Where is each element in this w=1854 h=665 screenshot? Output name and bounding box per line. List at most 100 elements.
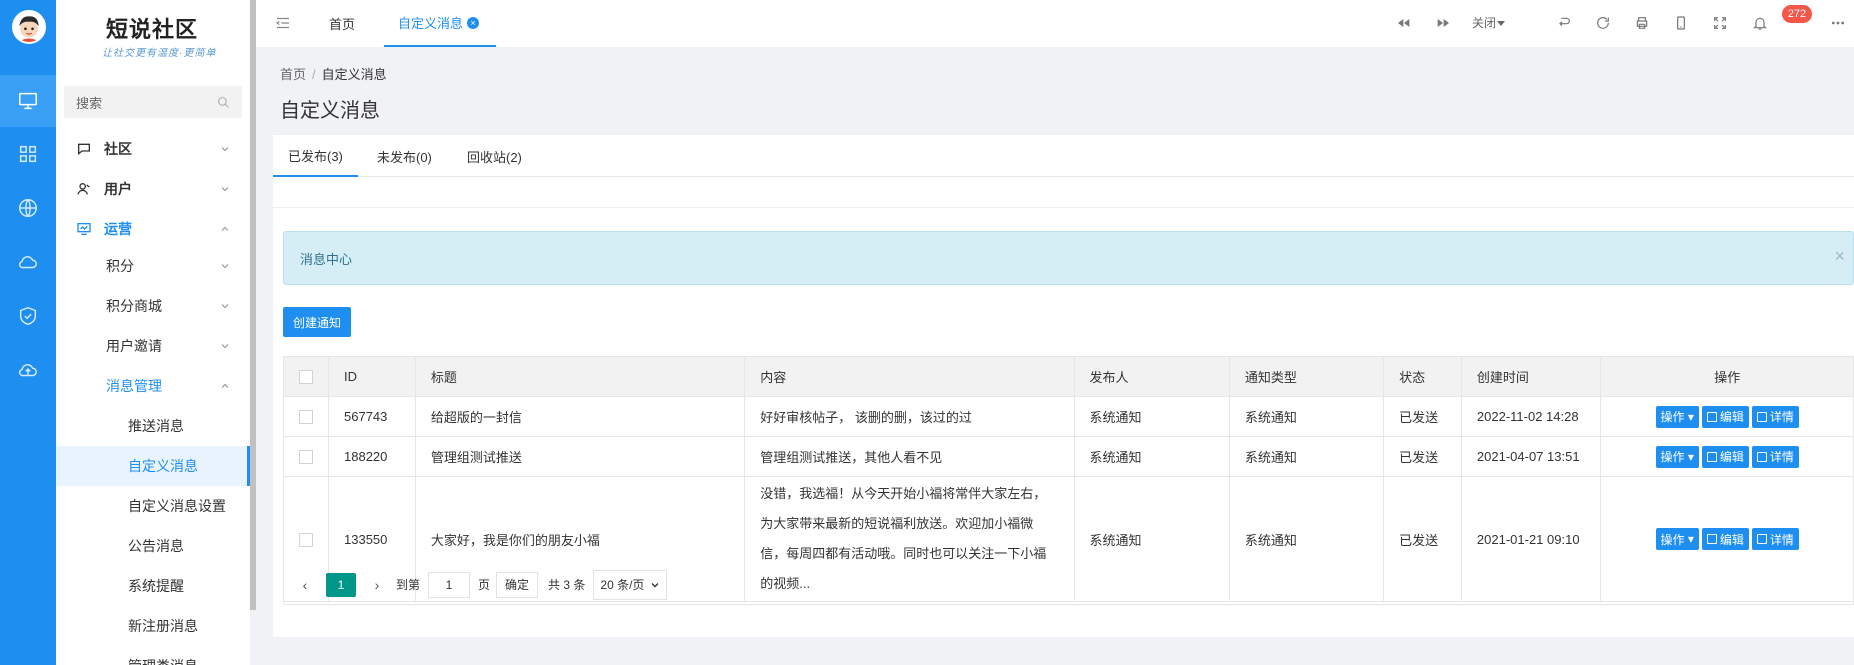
notification-badge: 272 — [1782, 5, 1812, 23]
tab-recycle-bin[interactable]: 回收站(2) — [467, 135, 522, 177]
operate-dropdown-button[interactable]: 操作 ▾ — [1655, 405, 1699, 428]
user-icon — [77, 183, 90, 195]
chevron-down-icon — [221, 304, 229, 309]
operate-dropdown-button[interactable]: 操作 ▾ — [1655, 528, 1699, 550]
sidebar-item-custom-message[interactable]: 自定义消息 — [56, 446, 250, 486]
table-row: 188220 管理组测试推送 管理组测试推送，其他人看不见 系统通知 系统通知 … — [283, 436, 1854, 477]
logo-subtitle: 让社交更有温度·更简单 — [102, 48, 217, 59]
sidebar-item-community[interactable]: 社区 — [56, 129, 250, 169]
forward-icon[interactable] — [1434, 14, 1452, 32]
bell-icon[interactable] — [1751, 14, 1769, 32]
page-unit-label: 页 — [478, 578, 491, 592]
sidebar-item-points[interactable]: 积分 — [56, 246, 250, 286]
copy-icon — [1706, 411, 1717, 422]
copy-icon — [1706, 451, 1717, 462]
column-header[interactable]: 状态 — [1383, 356, 1462, 397]
sidebar-item-new-register-message[interactable]: 新注册消息 — [56, 606, 250, 646]
column-header: 操作 — [1600, 356, 1854, 397]
edit-button[interactable]: 编辑 — [1701, 405, 1749, 428]
shield-check-icon[interactable] — [0, 290, 56, 342]
create-notice-button[interactable]: 创建通知 — [283, 307, 352, 337]
sidebar-item-label: 推送消息 — [128, 418, 184, 434]
detail-button[interactable]: 详情 — [1751, 445, 1799, 468]
refresh-icon[interactable] — [1594, 14, 1612, 32]
tab-unpublished[interactable]: 未发布(0) — [377, 135, 432, 177]
tab-home[interactable]: 首页 — [329, 0, 355, 47]
next-page-icon[interactable]: › — [368, 577, 386, 593]
sidebar: 短说社区 让社交更有温度·更简单 搜索 社区 用户 运营 积分 积分商城 用户邀… — [56, 0, 250, 665]
row-checkbox[interactable] — [299, 450, 313, 465]
monitor-icon[interactable] — [0, 75, 56, 127]
operate-dropdown-button[interactable]: 操作 ▾ — [1655, 445, 1699, 468]
column-header[interactable]: 发布人 — [1073, 356, 1230, 397]
sidebar-item-message-management[interactable]: 消息管理 — [56, 366, 250, 406]
prev-page-icon[interactable]: ‹ — [296, 577, 314, 593]
undo-icon[interactable] — [1555, 14, 1573, 32]
page-number-current[interactable]: 1 — [326, 572, 356, 597]
confirm-page-button[interactable]: 确定 — [496, 571, 539, 598]
sidebar-scrollbar[interactable] — [250, 0, 256, 610]
sidebar-item-operations[interactable]: 运营 — [56, 209, 250, 249]
cell-actions: 操作 ▾ 编辑 详情 — [1600, 436, 1854, 477]
sidebar-item-users[interactable]: 用户 — [56, 169, 250, 209]
icon-rail — [0, 0, 56, 665]
mobile-icon[interactable] — [1672, 14, 1690, 32]
column-header[interactable]: 标题 — [414, 356, 746, 397]
cell-content: 管理组测试推送，其他人看不见 — [744, 436, 1075, 477]
chevron-down-icon — [221, 187, 229, 192]
select-all-checkbox[interactable] — [299, 370, 313, 385]
cell-title: 管理组测试推送 — [414, 436, 746, 477]
close-icon[interactable]: × — [1834, 246, 1845, 267]
content-tabs: 已发布(3) 未发布(0) 回收站(2) — [273, 135, 1854, 177]
breadcrumb-home[interactable]: 首页 — [280, 67, 306, 82]
goto-page-input[interactable]: 1 — [428, 571, 471, 598]
chevron-down-icon — [221, 344, 229, 349]
cell-id: 567743 — [328, 396, 416, 437]
column-header[interactable]: ID — [328, 356, 416, 397]
sidebar-item-system-reminder[interactable]: 系统提醒 — [56, 566, 250, 606]
sidebar-item-points-mall[interactable]: 积分商城 — [56, 286, 250, 326]
caret-down-icon — [1497, 20, 1506, 26]
detail-button[interactable]: 详情 — [1751, 528, 1799, 550]
cloud-icon[interactable] — [0, 236, 56, 288]
tab-custom-message[interactable]: 自定义消息 × — [384, 0, 496, 47]
sidebar-item-custom-message-settings[interactable]: 自定义消息设置 — [56, 486, 250, 526]
main-panel: 已发布(3) 未发布(0) 回收站(2) 消息中心 × 创建通知 ID 标题 内… — [273, 135, 1854, 637]
chevron-down-icon — [651, 582, 659, 587]
operate-icon — [77, 223, 91, 235]
detail-button[interactable]: 详情 — [1751, 405, 1799, 428]
table-row: 567743 给超版的一封信 好好审核帖子， 该删的删，该过的过 系统通知 系统… — [283, 396, 1854, 437]
fullscreen-icon[interactable] — [1711, 14, 1729, 32]
sidebar-item-label: 积分 — [106, 258, 134, 274]
edit-button[interactable]: 编辑 — [1701, 445, 1749, 468]
total-count: 共 3 条 — [548, 578, 586, 592]
close-tabs-dropdown[interactable]: 关闭 — [1472, 14, 1506, 31]
page-size-select[interactable]: 20 条/页 — [593, 569, 668, 600]
more-icon[interactable] — [1829, 14, 1847, 32]
column-header[interactable]: 内容 — [744, 356, 1075, 397]
grid-icon[interactable] — [0, 128, 56, 180]
print-icon[interactable] — [1633, 14, 1651, 32]
sidebar-item-admin-message[interactable]: 管理类消息 — [56, 646, 250, 665]
sidebar-item-announcement[interactable]: 公告消息 — [56, 526, 250, 566]
table-header: ID 标题 内容 发布人 通知类型 状态 创建时间 操作 — [283, 356, 1854, 397]
sidebar-search[interactable]: 搜索 — [64, 86, 242, 118]
copy-icon — [1756, 411, 1767, 422]
backward-icon[interactable] — [1395, 14, 1413, 32]
cloud-upload-icon[interactable] — [0, 344, 56, 396]
search-input[interactable]: 搜索 — [76, 93, 217, 112]
column-header[interactable]: 通知类型 — [1228, 356, 1385, 397]
globe-icon[interactable] — [0, 182, 56, 234]
row-checkbox[interactable] — [299, 532, 313, 547]
sidebar-item-user-invite[interactable]: 用户邀请 — [56, 326, 250, 366]
column-header[interactable]: 创建时间 — [1460, 356, 1602, 397]
row-checkbox[interactable] — [299, 410, 313, 425]
menu-fold-icon[interactable] — [274, 14, 292, 32]
chevron-down-icon — [221, 264, 229, 269]
edit-button[interactable]: 编辑 — [1701, 528, 1749, 550]
sidebar-item-push-message[interactable]: 推送消息 — [56, 406, 250, 446]
tab-published[interactable]: 已发布(3) — [273, 135, 358, 177]
avatar[interactable] — [12, 10, 46, 44]
close-icon[interactable]: × — [467, 16, 480, 29]
cell-content: 好好审核帖子， 该删的删，该过的过 — [744, 396, 1075, 437]
